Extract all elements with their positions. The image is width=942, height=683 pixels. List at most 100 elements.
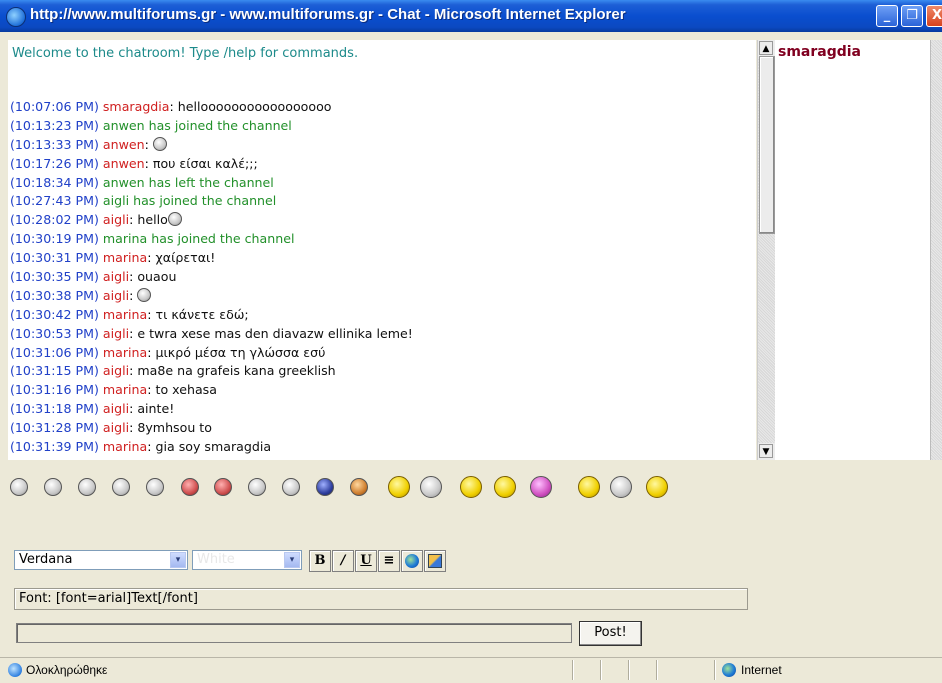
message-timestamp: (10:30:35 PM) bbox=[10, 269, 99, 285]
happy-emoticon[interactable] bbox=[112, 478, 130, 496]
message-timestamp: (10:13:33 PM) bbox=[10, 136, 99, 152]
shocked-emoticon[interactable] bbox=[214, 478, 232, 496]
status-text: Ολοκληρώθηκε bbox=[26, 663, 108, 677]
status-divider bbox=[572, 660, 574, 680]
scroll-down-arrow-icon[interactable]: ▼ bbox=[759, 444, 773, 458]
message-timestamp: (10:30:19 PM) bbox=[10, 231, 99, 247]
post-button[interactable]: Post! bbox=[579, 621, 642, 646]
link-globe-button[interactable] bbox=[401, 550, 423, 572]
status-divider bbox=[600, 660, 602, 680]
font-select-value: Verdana bbox=[19, 552, 73, 567]
smile-emoticon[interactable] bbox=[10, 478, 28, 496]
message-timestamp: (10:30:53 PM) bbox=[10, 325, 99, 341]
message-text: μικρό μέσα τη γλώσσα εσύ bbox=[155, 344, 326, 360]
status-bar: Ολοκληρώθηκε Internet bbox=[0, 657, 942, 683]
message-timestamp: (10:18:34 PM) bbox=[10, 174, 99, 190]
message-timestamp: (10:30:42 PM) bbox=[10, 306, 99, 322]
chat-message: (10:31:15 PM) aigli: ma8e na grafeis kan… bbox=[10, 363, 336, 379]
message-nick[interactable]: marina bbox=[103, 382, 147, 397]
message-nick[interactable]: anwen bbox=[103, 137, 145, 152]
message-nick[interactable]: aigli bbox=[103, 363, 129, 378]
wow-emoticon[interactable] bbox=[248, 478, 266, 496]
sign-emoticon[interactable] bbox=[460, 476, 482, 498]
user-list-scrollbar[interactable] bbox=[930, 40, 942, 460]
minimize-button[interactable]: _ bbox=[876, 5, 898, 27]
message-nick[interactable]: marina bbox=[103, 250, 147, 265]
message-timestamp: (10:28:02 PM) bbox=[10, 212, 99, 228]
chat-message: (10:30:53 PM) aigli: e twra xese mas den… bbox=[10, 325, 413, 341]
tongue-emoticon[interactable] bbox=[282, 478, 300, 496]
chat-message: (10:27:43 PM) aigli has joined the chann… bbox=[10, 192, 413, 211]
message-text: to xehasa bbox=[155, 382, 217, 398]
message-nick[interactable]: aigli bbox=[103, 269, 129, 284]
bold-button[interactable]: B bbox=[309, 550, 331, 572]
refresh-icon bbox=[428, 554, 442, 568]
ninja-emoticon[interactable] bbox=[316, 478, 334, 496]
smiley-icon bbox=[167, 212, 182, 227]
message-nick[interactable]: marina bbox=[103, 307, 147, 322]
message-nick[interactable]: smaragdia bbox=[103, 99, 170, 114]
security-zone-text: Internet bbox=[741, 663, 782, 677]
sad-emoticon[interactable] bbox=[44, 478, 62, 496]
underline-button[interactable]: U bbox=[355, 550, 377, 572]
message-nick[interactable]: marina bbox=[103, 345, 147, 360]
message-nick[interactable]: anwen bbox=[103, 156, 145, 171]
hat-emoticon[interactable] bbox=[350, 478, 368, 496]
chat-message: (10:30:19 PM) marina has joined the chan… bbox=[10, 230, 413, 249]
message-text: e twra xese mas den diavazw ellinika lem… bbox=[137, 325, 413, 341]
scroll-up-arrow-icon[interactable]: ▲ bbox=[759, 41, 773, 55]
message-timestamp: (10:31:18 PM) bbox=[10, 401, 99, 417]
align-button[interactable]: ≡ bbox=[378, 550, 400, 572]
chat-log: Welcome to the chatroom! Type /help for … bbox=[8, 40, 756, 460]
chat-message: (10:31:39 PM) marina: gia soy smaragdia bbox=[10, 439, 272, 455]
message-nick[interactable]: aigli bbox=[103, 212, 129, 227]
rock-emoticon[interactable] bbox=[646, 476, 668, 498]
maximize-button[interactable]: ❐ bbox=[901, 5, 923, 27]
message-timestamp: (10:30:31 PM) bbox=[10, 250, 99, 266]
chat-message: (10:13:33 PM) anwen: bbox=[10, 136, 413, 155]
sunglasses-emoticon[interactable] bbox=[578, 476, 600, 498]
chat-message: (10:31:06 PM) marina: μικρό μέσα τη γλώσ… bbox=[10, 344, 326, 360]
user-list-item[interactable]: smaragdia bbox=[778, 44, 861, 60]
message-nick[interactable]: aigli bbox=[103, 288, 129, 303]
message-nick[interactable]: aigli bbox=[103, 326, 129, 341]
italic-button[interactable]: / bbox=[332, 550, 354, 572]
refresh-button[interactable] bbox=[424, 550, 446, 572]
scroll-thumb[interactable] bbox=[759, 56, 775, 234]
message-timestamp: (10:30:38 PM) bbox=[10, 287, 99, 303]
confused-emoticon[interactable] bbox=[610, 476, 632, 498]
chevron-down-icon[interactable]: ▾ bbox=[284, 552, 300, 568]
internet-explorer-icon bbox=[6, 7, 26, 27]
chat-message: (10:30:38 PM) aigli: bbox=[10, 287, 413, 306]
cheerleader-emoticon[interactable] bbox=[530, 476, 552, 498]
message-input[interactable] bbox=[16, 623, 572, 643]
close-button[interactable]: X bbox=[926, 5, 942, 27]
question-emoticon[interactable] bbox=[420, 476, 442, 498]
message-nick[interactable]: aigli bbox=[103, 420, 129, 435]
color-select[interactable]: White ▾ bbox=[192, 550, 302, 570]
cool-emoticon[interactable] bbox=[146, 478, 164, 496]
window-title-bar[interactable]: http://www.multiforums.gr - www.multifor… bbox=[0, 0, 942, 32]
message-text: ma8e na grafeis kana greeklish bbox=[137, 363, 336, 379]
message-nick[interactable]: aigli bbox=[103, 401, 129, 416]
chevron-down-icon[interactable]: ▾ bbox=[170, 552, 186, 568]
angry-emoticon[interactable] bbox=[181, 478, 199, 496]
user-list: smaragdia bbox=[775, 40, 930, 460]
message-text: hellooooooooooooooooo bbox=[177, 99, 332, 114]
message-timestamp: (10:13:23 PM) bbox=[10, 117, 99, 133]
font-select[interactable]: Verdana ▾ bbox=[14, 550, 188, 570]
grin-emoticon[interactable] bbox=[78, 478, 96, 496]
message-timestamp: (10:31:28 PM) bbox=[10, 420, 99, 436]
system-message: marina has joined the channel bbox=[102, 231, 295, 247]
globe-icon bbox=[405, 554, 419, 568]
pair-emoticon[interactable] bbox=[388, 476, 410, 498]
message-timestamp: (10:31:06 PM) bbox=[10, 344, 99, 360]
thumbsup-emoticon[interactable] bbox=[494, 476, 516, 498]
message-text: gia soy smaragdia bbox=[155, 439, 272, 455]
message-text: 8ymhsou to bbox=[137, 420, 212, 436]
message-nick[interactable]: marina bbox=[103, 439, 147, 454]
message-timestamp: (10:31:39 PM) bbox=[10, 439, 99, 455]
chat-lines: (10:07:06 PM) smaragdia: hellooooooooooo… bbox=[10, 98, 413, 457]
chat-scrollbar[interactable]: ▲ ▼ bbox=[757, 40, 775, 460]
chat-message: (10:30:31 PM) marina: χαίρεται! bbox=[10, 250, 216, 266]
